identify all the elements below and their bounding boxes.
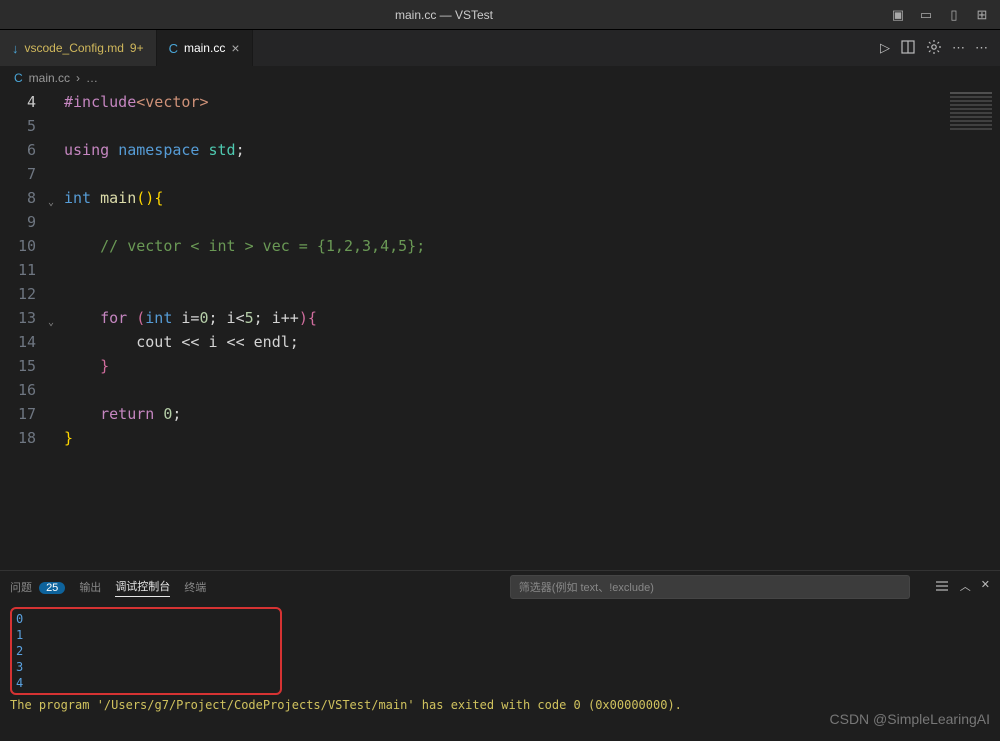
fold-chevron-icon[interactable]: ⌄ [48, 311, 54, 335]
line-number: 15 [0, 354, 36, 378]
breadcrumb-bar[interactable]: C main.cc › … [0, 66, 1000, 90]
more-icon[interactable]: ⋯ [975, 40, 988, 56]
console-output-line: 0 [16, 611, 276, 627]
bottom-panel: 问题 25 输出 调试控制台 终端 筛选器(例如 text、!exclude) … [0, 570, 1000, 740]
filter-settings-icon[interactable] [934, 578, 950, 597]
tab-label: vscode_Config.md [25, 41, 124, 55]
panel-tab-terminal[interactable]: 终端 [184, 579, 206, 595]
line-number: 10 [0, 234, 36, 258]
console-output-line: 1 [16, 627, 276, 643]
console-filter-input[interactable]: 筛选器(例如 text、!exclude) [510, 575, 910, 599]
code-line[interactable] [64, 162, 425, 186]
panel-tab-output[interactable]: 输出 [79, 579, 101, 595]
code-line[interactable]: #include<vector> [64, 90, 425, 114]
cpp-file-icon: C [169, 41, 178, 56]
code-line[interactable]: // vector < int > vec = {1,2,3,4,5}; [64, 234, 425, 258]
close-tab-icon[interactable]: × [231, 40, 239, 56]
line-number: 5 [0, 114, 36, 138]
layout-panel-icon[interactable]: ▭ [916, 7, 936, 23]
collapse-panel-icon[interactable]: ︿ [960, 578, 971, 597]
titlebar: main.cc — VSTest ▣ ▭ ▯ ⊞ [0, 0, 1000, 30]
line-number: 9 [0, 210, 36, 234]
code-line[interactable]: } [64, 354, 425, 378]
split-editor-icon[interactable] [900, 39, 916, 58]
code-editor[interactable]: 456789101112131415161718 #include<vector… [0, 90, 1000, 570]
code-line[interactable]: using namespace std; [64, 138, 425, 162]
code-line[interactable]: for (int i=0; i<5; i++){ [64, 306, 425, 330]
line-number: 12 [0, 282, 36, 306]
console-output-line: 3 [16, 659, 276, 675]
line-number: 18 [0, 426, 36, 450]
layout-primary-sidebar-icon[interactable]: ▣ [888, 7, 908, 23]
breadcrumb-more[interactable]: … [86, 71, 98, 85]
line-number: 16 [0, 378, 36, 402]
fold-chevron-icon[interactable]: ⌄ [48, 191, 54, 215]
code-line[interactable]: } [64, 426, 425, 450]
tab-actions: ▷ ⋯ ⋯ [880, 30, 1000, 66]
line-number: 13 [0, 306, 36, 330]
markdown-file-icon: ↓ [12, 41, 19, 56]
code-content[interactable]: #include<vector> using namespace std; int … [64, 90, 425, 450]
titlebar-layout-icons: ▣ ▭ ▯ ⊞ [888, 7, 1000, 23]
panel-tabs: 问题 25 输出 调试控制台 终端 筛选器(例如 text、!exclude) … [0, 571, 1000, 603]
problems-count-badge: 25 [39, 582, 65, 594]
code-line[interactable] [64, 210, 425, 234]
watermark-text: CSDN @SimpleLearingAI [830, 711, 991, 727]
breadcrumb-file[interactable]: main.cc [29, 71, 70, 85]
line-number: 8 [0, 186, 36, 210]
gear-icon[interactable] [926, 39, 942, 58]
editor-tabs: ↓ vscode_Config.md 9+ C main.cc × ▷ ⋯ ⋯ [0, 30, 1000, 66]
editor-more-actions-icon[interactable]: ⋯ [952, 40, 965, 56]
line-number: 4 [0, 90, 36, 114]
tab-label: main.cc [184, 41, 225, 55]
close-panel-icon[interactable]: ✕ [981, 578, 990, 597]
line-number: 14 [0, 330, 36, 354]
console-output-line: 2 [16, 643, 276, 659]
program-output-box: 01234 [10, 607, 282, 695]
code-line[interactable] [64, 258, 425, 282]
line-number: 6 [0, 138, 36, 162]
window-title: main.cc — VSTest [0, 8, 888, 22]
code-line[interactable] [64, 378, 425, 402]
code-line[interactable] [64, 114, 425, 138]
line-number: 17 [0, 402, 36, 426]
tab-vscode-config[interactable]: ↓ vscode_Config.md 9+ [0, 30, 157, 66]
panel-tab-problems[interactable]: 问题 25 [10, 579, 65, 595]
code-line[interactable]: int main(){ [64, 186, 425, 210]
panel-tab-label: 问题 [10, 582, 32, 594]
console-output-line: 4 [16, 675, 276, 691]
cpp-file-icon: C [14, 71, 23, 85]
layout-secondary-sidebar-icon[interactable]: ▯ [944, 7, 964, 23]
breadcrumb-separator-icon: › [76, 71, 80, 85]
line-number: 11 [0, 258, 36, 282]
line-number-gutter: 456789101112131415161718 [0, 90, 48, 450]
tab-dirty-count: 9+ [130, 41, 144, 55]
tab-main-cc[interactable]: C main.cc × [157, 30, 253, 66]
line-number: 7 [0, 162, 36, 186]
debug-console-output[interactable]: 01234 The program '/Users/g7/Project/Cod… [0, 603, 1000, 733]
panel-tab-debug-console[interactable]: 调试控制台 [115, 578, 170, 597]
code-line[interactable]: return 0; [64, 402, 425, 426]
panel-action-icons: ︿ ✕ [934, 578, 990, 597]
run-icon[interactable]: ▷ [880, 40, 890, 56]
code-line[interactable] [64, 282, 425, 306]
minimap[interactable] [946, 90, 996, 132]
code-line[interactable]: cout << i << endl; [64, 330, 425, 354]
layout-customize-icon[interactable]: ⊞ [972, 7, 992, 23]
